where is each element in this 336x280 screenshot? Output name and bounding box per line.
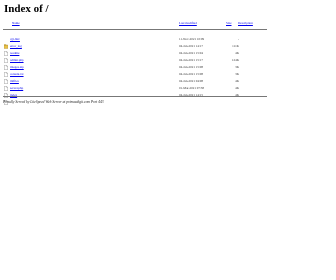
size-column-header[interactable]: Size bbox=[226, 21, 232, 25]
footer-divider bbox=[3, 96, 267, 97]
file-link[interactable]: mlfiles bbox=[10, 79, 19, 83]
file-icon bbox=[4, 43, 8, 56]
list-item: error_log 04-Jan-2021 14:17 111K bbox=[3, 43, 267, 56]
last-modified: 04-Jan-2021 14:17 bbox=[179, 44, 203, 48]
file-size: 111K bbox=[232, 44, 239, 48]
last-modified: 04-Jan-2021 15:08 bbox=[179, 72, 203, 76]
file-link[interactable]: cgi-bin/ bbox=[10, 37, 20, 41]
last-modified: 11-Nov-2021 10:09 bbox=[179, 37, 205, 41]
list-item: readme 04-Jan-2021 15:04 4K bbox=[3, 50, 267, 63]
page-title: Index of / bbox=[4, 3, 49, 15]
file-link[interactable]: readme bbox=[10, 51, 19, 55]
list-item: server.php 01-Mar-2021 07:38 4K bbox=[3, 85, 267, 98]
last-modified: 01-Mar-2021 07:38 bbox=[179, 86, 204, 90]
file-size: 124K bbox=[231, 58, 239, 62]
server-footer: Proudly Served by LiteSpeed Web Server a… bbox=[3, 100, 104, 104]
list-item: mlfiles 04-Jan-2021 04:08 4K bbox=[3, 78, 267, 91]
list-item: admin.php 04-Jan-2021 15:17 124K bbox=[3, 57, 267, 70]
file-icon bbox=[4, 57, 8, 70]
file-link[interactable]: server.php bbox=[10, 86, 23, 90]
last-modified: 04-Jan-2021 15:08 bbox=[179, 65, 203, 69]
file-link[interactable]: admin.php bbox=[10, 58, 24, 62]
last-modified: 04-Jan-2021 15:17 bbox=[179, 58, 203, 62]
file-icon bbox=[4, 78, 8, 91]
file-link[interactable]: images.zip bbox=[10, 65, 24, 69]
last-modified: 04-Jan-2021 15:04 bbox=[179, 51, 203, 55]
list-item: images.zip 04-Jan-2021 15:08 3K bbox=[3, 64, 267, 77]
file-link[interactable]: content.txt bbox=[10, 72, 24, 76]
file-size: 3K bbox=[235, 72, 239, 76]
file-icon bbox=[4, 85, 8, 98]
list-item: content.txt 04-Jan-2021 15:08 3K bbox=[3, 71, 267, 84]
folder-icon bbox=[3, 36, 9, 49]
file-icon bbox=[4, 64, 8, 77]
file-icon bbox=[4, 71, 8, 84]
file-size: 4K bbox=[235, 86, 239, 90]
last-modified: 04-Jan-2021 04:08 bbox=[179, 79, 203, 83]
last-modified-column-header[interactable]: Last modified bbox=[179, 21, 197, 25]
file-size: - bbox=[237, 37, 239, 41]
file-size: 4K bbox=[235, 79, 239, 83]
file-icon bbox=[4, 50, 8, 63]
description-column-header[interactable]: Description bbox=[238, 21, 253, 25]
file-link[interactable]: error_log bbox=[10, 44, 22, 48]
file-size: 3K bbox=[235, 65, 239, 69]
name-column-header[interactable]: Name bbox=[12, 21, 20, 25]
file-size: 4K bbox=[235, 51, 239, 55]
header-divider bbox=[3, 29, 267, 30]
list-item: cgi-bin/11-Nov-2021 10:09 - bbox=[3, 36, 267, 49]
